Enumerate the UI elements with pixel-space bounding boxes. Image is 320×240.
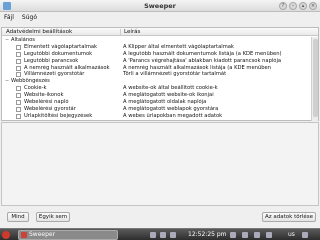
group-row[interactable]: − Általános bbox=[2, 37, 312, 44]
scrollbar-thumb[interactable] bbox=[313, 39, 318, 117]
row-description: A Klipper által elmentett vágólaptartalm… bbox=[123, 43, 234, 50]
table-row[interactable]: Webelérési gyorstár A meglátogatott webla… bbox=[2, 106, 312, 113]
row-checkbox[interactable] bbox=[16, 113, 21, 119]
tray-icon-1[interactable] bbox=[150, 232, 156, 238]
table-header: Adatvédelmi beállítások Leírás bbox=[2, 28, 318, 36]
group-row[interactable]: − Webböngészés bbox=[2, 78, 312, 85]
header-description[interactable]: Leírás bbox=[120, 29, 140, 35]
table-row[interactable]: Űrlapkitöltési bejegyzések A webes űrlapo… bbox=[2, 113, 312, 120]
row-name: Általános bbox=[11, 37, 35, 43]
table-row[interactable]: Cookie-k A website-ok által beállított co… bbox=[2, 85, 312, 92]
row-description: A webes űrlapokban megadott adatok bbox=[123, 112, 223, 119]
menu-bar: Fájl Súgó bbox=[0, 12, 320, 22]
sweeper-task-icon bbox=[21, 232, 27, 238]
select-none-button[interactable]: Egyik sem bbox=[36, 212, 70, 222]
row-checkbox[interactable] bbox=[16, 106, 21, 112]
close-icon[interactable]: × bbox=[309, 2, 317, 10]
row-name: Webböngészés bbox=[11, 78, 50, 85]
row-checkbox[interactable] bbox=[16, 93, 21, 99]
row-checkbox[interactable] bbox=[16, 44, 21, 50]
row-name: Website-ikonok bbox=[24, 92, 64, 99]
row-description: Törli a villámnézeti gyorstótár tartalmá… bbox=[123, 71, 227, 78]
row-description: A legutóbb használt dokumentumok listája… bbox=[123, 50, 282, 57]
row-name: Legutóbbi dokumentumok bbox=[24, 50, 93, 57]
tray-icon-6[interactable] bbox=[254, 232, 260, 238]
row-name: Elmentett vágólaptartalmak bbox=[24, 43, 98, 50]
collapse-icon[interactable]: − bbox=[5, 37, 9, 44]
clear-data-button[interactable]: Az adatok törlése bbox=[262, 212, 316, 222]
tray-icon-8[interactable] bbox=[302, 232, 308, 238]
table-row[interactable]: Villámnézeti gyorstótár Törli a villámnéz… bbox=[2, 71, 312, 78]
tray-icon-3[interactable] bbox=[170, 232, 176, 238]
row-description: A meglátogatott weblapok gyorstára bbox=[123, 105, 219, 112]
table-row[interactable]: Elmentett vágólaptartalmak A Klipper álta… bbox=[2, 44, 312, 51]
table-row[interactable]: Webelérési napló A meglátogatott oldalak … bbox=[2, 99, 312, 106]
taskbar: Sweeper 12:52:25 pm us bbox=[0, 228, 320, 240]
row-name: Villámnézeti gyorstótár bbox=[24, 71, 85, 78]
table-rows: − Általános Elmentett vágólaptartalmak A Kl… bbox=[2, 37, 312, 120]
row-description: A 'Parancs végrehajtása' ablakban kiadot… bbox=[123, 57, 282, 64]
row-checkbox[interactable] bbox=[16, 51, 21, 57]
task-label: Sweeper bbox=[29, 231, 56, 238]
table-row[interactable]: Website-ikonok A meglátogatott website-ok… bbox=[2, 92, 312, 99]
table-row[interactable]: Legutóbbi dokumentumok A legutóbb használ… bbox=[2, 51, 312, 58]
taskbar-task-sweeper[interactable]: Sweeper bbox=[18, 230, 118, 240]
vertical-scrollbar[interactable] bbox=[311, 37, 318, 121]
row-name: A nemrég használt alkalmazások bbox=[24, 64, 110, 71]
row-name: Legutóbbi parancsok bbox=[24, 57, 79, 64]
row-name: Űrlapkitöltési bejegyzések bbox=[24, 112, 93, 119]
row-checkbox[interactable] bbox=[16, 65, 21, 71]
tray-icon-5[interactable] bbox=[242, 232, 248, 238]
row-checkbox[interactable] bbox=[16, 72, 21, 78]
row-checkbox[interactable] bbox=[16, 86, 21, 92]
info-panel bbox=[1, 122, 319, 206]
header-settings[interactable]: Adatvédelmi beállítások bbox=[6, 29, 72, 35]
privacy-settings-table: Adatvédelmi beállítások Leírás − Általáno… bbox=[1, 27, 319, 121]
keyboard-layout[interactable]: us bbox=[288, 231, 295, 238]
clock[interactable]: 12:52:25 pm bbox=[188, 231, 227, 238]
row-checkbox[interactable] bbox=[16, 58, 21, 64]
collapse-icon[interactable]: − bbox=[5, 78, 9, 85]
menu-file[interactable]: Fájl bbox=[4, 14, 14, 21]
help-icon[interactable]: ? bbox=[279, 2, 287, 10]
tray-icon-2[interactable] bbox=[160, 232, 166, 238]
row-description: A meglátogatott oldalak naplója bbox=[123, 99, 207, 106]
row-description: A meglátogatott website-ok ikonjai bbox=[123, 92, 214, 99]
window-title: Sweeper bbox=[144, 2, 176, 10]
row-name: Webelérési gyorstár bbox=[24, 105, 76, 112]
menu-help[interactable]: Súgó bbox=[22, 14, 37, 21]
minimize-icon[interactable]: – bbox=[289, 2, 297, 10]
table-row[interactable]: Legutóbbi parancsok A 'Parancs végrehajtá… bbox=[2, 58, 312, 65]
start-menu-icon[interactable] bbox=[2, 231, 10, 239]
title-bar: Sweeper ? – ▴ × bbox=[0, 0, 320, 12]
select-all-button[interactable]: Mind bbox=[7, 212, 29, 222]
row-description: A website-ok által beállított cookie-k bbox=[123, 85, 218, 92]
maximize-icon[interactable]: ▴ bbox=[299, 2, 307, 10]
tray-icon-4[interactable] bbox=[230, 232, 236, 238]
row-name: Cookie-k bbox=[24, 85, 47, 92]
table-row[interactable]: A nemrég használt alkalmazások A nemrég h… bbox=[2, 65, 312, 72]
row-name: Webelérési napló bbox=[24, 99, 69, 106]
row-description: A nemrég használt alkalmazások listája (… bbox=[123, 64, 272, 71]
row-checkbox[interactable] bbox=[16, 100, 21, 106]
tray-icon-7[interactable] bbox=[266, 232, 272, 238]
